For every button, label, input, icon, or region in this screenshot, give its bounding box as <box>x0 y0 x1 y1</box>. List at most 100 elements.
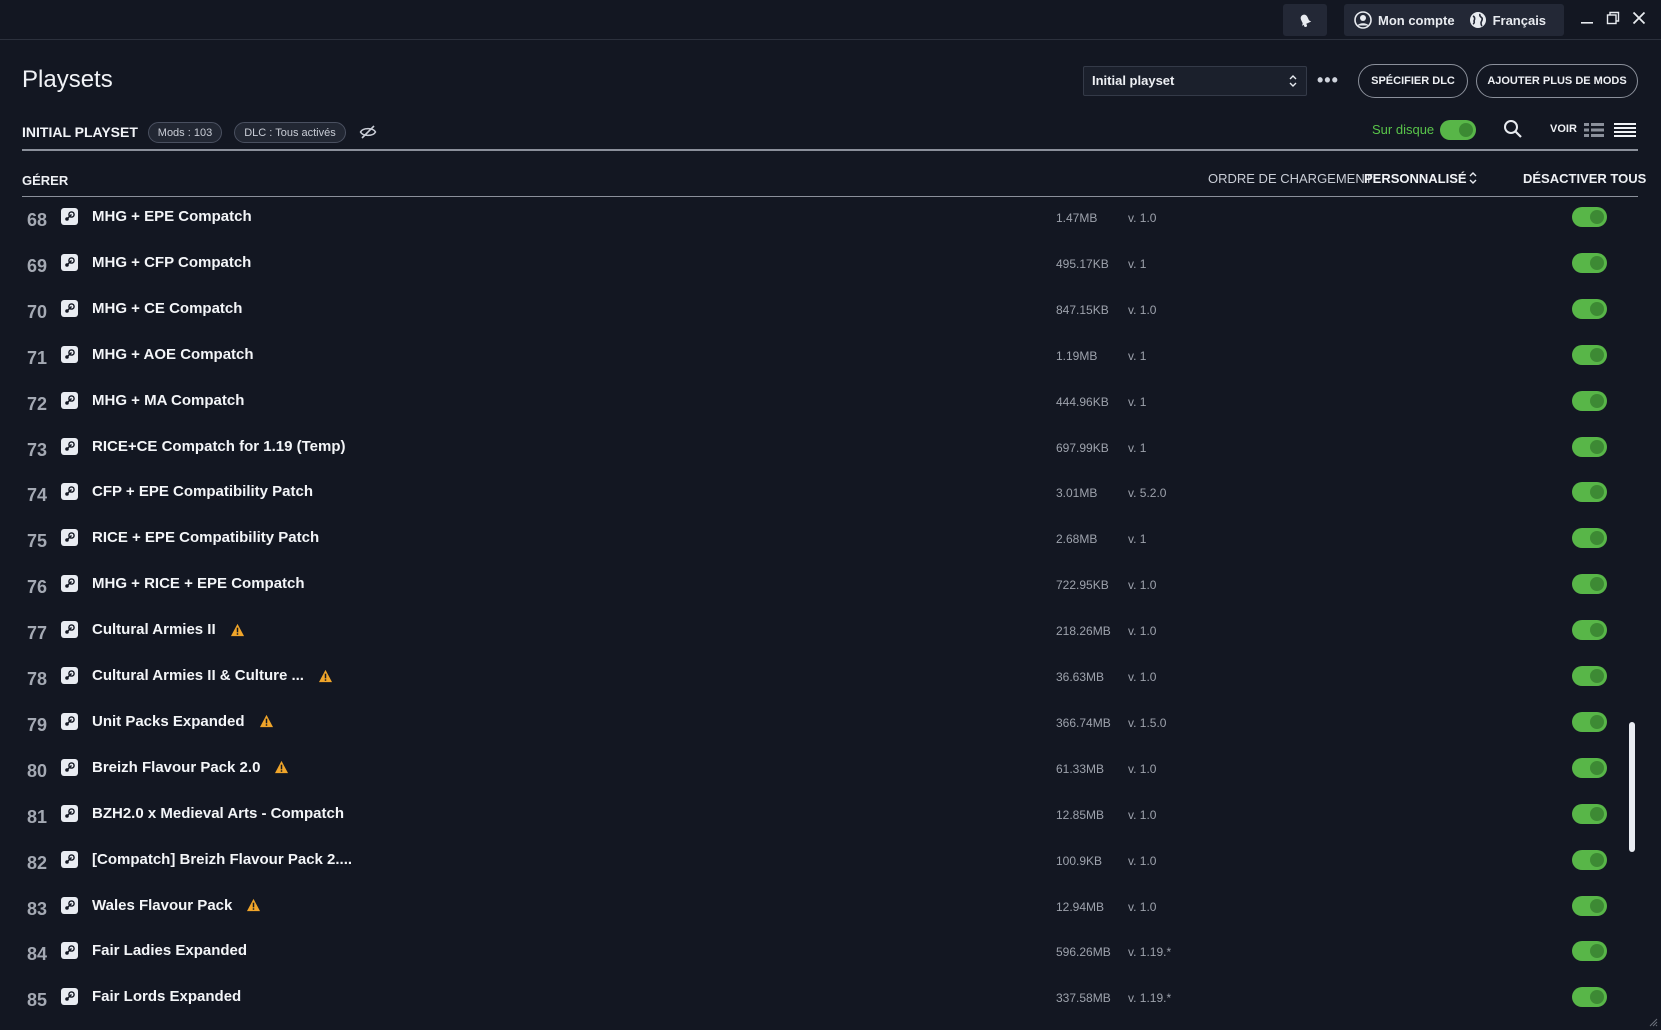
mod-enabled-toggle[interactable] <box>1572 987 1607 1008</box>
minimize-button[interactable] <box>1579 10 1595 26</box>
mod-enabled-toggle[interactable] <box>1572 207 1607 227</box>
mod-row[interactable]: 81 BZH2.0 x Medieval Arts - Compatch 12.85… <box>0 795 1661 841</box>
mod-size: 366.74MB <box>1056 715 1111 730</box>
mod-name[interactable]: MHG + AOE Compatch <box>92 346 254 363</box>
on-disk-toggle[interactable] <box>1440 120 1476 140</box>
warning-icon[interactable] <box>274 760 289 774</box>
mod-row[interactable]: 85 Fair Lords Expanded 337.58MB v. 1.19.* <box>0 978 1661 1024</box>
steam-badge <box>61 299 78 317</box>
mod-name[interactable]: Unit Packs Expanded <box>92 713 274 730</box>
mod-version: v. 1.0 <box>1128 624 1157 639</box>
mod-row[interactable]: 76 MHG + RICE + EPE Compatch 722.95KB v. 1.… <box>0 565 1661 611</box>
mod-enabled-toggle[interactable] <box>1572 436 1607 457</box>
mod-row[interactable]: 83 Wales Flavour Pack 12.94MB v. 1.0 <box>0 887 1661 933</box>
mod-list: 68 MHG + EPE Compatch 1.47MB v. 1.0 69 MHG + … <box>0 196 1661 1030</box>
mod-row[interactable]: 73 RICE+CE Compatch for 1.19 (Temp) 697.99… <box>0 428 1661 474</box>
mod-row[interactable]: 82 [Compatch] Breizh Flavour Pack 2.... 10… <box>0 841 1661 887</box>
mod-row[interactable]: 84 Fair Ladies Expanded 596.26MB v. 1.19.* <box>0 932 1661 978</box>
mod-enabled-toggle[interactable] <box>1572 711 1607 732</box>
mod-name[interactable]: Fair Ladies Expanded <box>92 942 247 959</box>
mod-name[interactable]: BZH2.0 x Medieval Arts - Compatch <box>92 805 344 822</box>
warning-icon[interactable] <box>230 623 245 637</box>
more-options-button[interactable]: ••• <box>1317 70 1339 91</box>
mod-name-text: MHG + CFP Compatch <box>92 253 252 271</box>
mod-name[interactable]: Fair Lords Expanded <box>92 988 241 1005</box>
mod-name[interactable]: Wales Flavour Pack <box>92 897 261 914</box>
mod-enabled-toggle[interactable] <box>1572 941 1607 962</box>
warning-icon[interactable] <box>318 669 333 683</box>
mod-enabled-toggle[interactable] <box>1572 252 1607 273</box>
mod-name[interactable]: Cultural Armies II & Culture ... <box>92 667 333 684</box>
mod-name[interactable]: RICE + EPE Compatibility Patch <box>92 529 319 546</box>
language-button[interactable]: Français <box>1469 11 1546 29</box>
mod-row[interactable]: 80 Breizh Flavour Pack 2.0 61.33MB v. 1.0 <box>0 749 1661 795</box>
language-label: Français <box>1492 12 1547 28</box>
mod-row[interactable]: 75 RICE + EPE Compatibility Patch 2.68MB v.… <box>0 519 1661 565</box>
mod-name[interactable]: MHG + CE Compatch <box>92 300 242 317</box>
mod-size: 1.19MB <box>1056 348 1098 363</box>
mod-enabled-toggle[interactable] <box>1572 344 1607 365</box>
mod-enabled-toggle[interactable] <box>1572 390 1607 411</box>
mod-size: 722.95KB <box>1056 578 1109 593</box>
load-order-dropdown[interactable]: PERSONNALISÉ <box>1364 171 1467 186</box>
mod-size: 2.68MB <box>1056 532 1098 547</box>
mod-row[interactable]: 68 MHG + EPE Compatch 1.47MB v. 1.0 <box>0 198 1661 244</box>
mod-name-text: Fair Lords Expanded <box>92 988 242 1006</box>
mod-index: 79 <box>26 714 48 735</box>
mod-name[interactable]: MHG + RICE + EPE Compatch <box>92 575 305 592</box>
steam-icon <box>65 394 75 405</box>
mod-name[interactable]: [Compatch] Breizh Flavour Pack 2.... <box>92 851 352 868</box>
mod-row[interactable]: 78 Cultural Armies II & Culture ... 36.63M… <box>0 657 1661 703</box>
mod-version: v. 1 <box>1128 394 1147 409</box>
mod-size: 444.96KB <box>1056 394 1109 409</box>
steam-icon <box>65 348 75 359</box>
scrollbar-thumb[interactable] <box>1629 722 1635 852</box>
mod-row[interactable]: 70 MHG + CE Compatch 847.15KB v. 1.0 <box>0 290 1661 336</box>
mod-enabled-toggle[interactable] <box>1572 620 1607 641</box>
steam-badge <box>61 437 78 455</box>
mod-enabled-toggle[interactable] <box>1572 666 1607 686</box>
mod-name[interactable]: MHG + EPE Compatch <box>92 208 252 225</box>
mod-enabled-toggle[interactable] <box>1572 895 1607 916</box>
mod-row[interactable]: 72 MHG + MA Compatch 444.96KB v. 1 <box>0 382 1661 428</box>
mod-index: 72 <box>26 393 48 414</box>
disable-all-button[interactable]: DÉSACTIVER TOUS <box>1523 171 1646 186</box>
mod-enabled-toggle[interactable] <box>1572 298 1607 319</box>
search-icon[interactable] <box>1503 119 1523 139</box>
resize-grip-icon[interactable] <box>1648 1017 1658 1027</box>
mod-row[interactable]: 71 MHG + AOE Compatch 1.19MB v. 1 <box>0 336 1661 382</box>
list-view-icon[interactable] <box>1614 122 1636 138</box>
notifications-button[interactable] <box>1283 4 1327 36</box>
mod-row[interactable]: 79 Unit Packs Expanded 366.74MB v. 1.5.0 <box>0 703 1661 749</box>
mod-enabled-toggle[interactable] <box>1572 482 1607 503</box>
playset-select[interactable]: Initial playset <box>1083 66 1307 96</box>
mod-enabled-toggle[interactable] <box>1572 574 1607 595</box>
add-mods-button[interactable]: AJOUTER PLUS DE MODS <box>1476 64 1638 98</box>
mod-row[interactable]: 74 CFP + EPE Compatibility Patch 3.01MB v. … <box>0 473 1661 519</box>
mod-enabled-toggle[interactable] <box>1572 528 1607 549</box>
updown-caret-icon[interactable] <box>1468 171 1478 185</box>
mod-name[interactable]: MHG + MA Compatch <box>92 392 244 409</box>
mod-name[interactable]: CFP + EPE Compatibility Patch <box>92 483 313 500</box>
close-button[interactable] <box>1631 10 1647 26</box>
mod-enabled-toggle[interactable] <box>1572 849 1607 870</box>
mod-row[interactable]: 77 Cultural Armies II 218.26MB v. 1.0 <box>0 611 1661 657</box>
restore-button[interactable] <box>1605 10 1621 26</box>
warning-icon[interactable] <box>246 898 261 912</box>
mod-name[interactable]: MHG + CFP Compatch <box>92 254 251 271</box>
mod-version: v. 1.0 <box>1128 670 1157 684</box>
account-button[interactable]: Mon compte <box>1354 11 1455 29</box>
mod-name[interactable]: Breizh Flavour Pack 2.0 <box>92 759 289 776</box>
mod-row[interactable]: 69 MHG + CFP Compatch 495.17KB v. 1 <box>0 244 1661 290</box>
specify-dlc-button[interactable]: SPÉCIFIER DLC <box>1358 64 1468 98</box>
mod-enabled-toggle[interactable] <box>1572 803 1607 824</box>
warning-icon[interactable] <box>259 714 274 728</box>
mod-name[interactable]: Cultural Armies II <box>92 621 245 638</box>
eye-off-icon[interactable] <box>359 123 377 141</box>
steam-badge <box>61 758 78 776</box>
mod-enabled-toggle[interactable] <box>1572 757 1607 778</box>
globe-icon <box>1469 12 1486 28</box>
grid-view-icon[interactable] <box>1584 122 1604 138</box>
updown-caret-icon <box>1289 75 1297 87</box>
mod-name[interactable]: RICE+CE Compatch for 1.19 (Temp) <box>92 438 346 455</box>
